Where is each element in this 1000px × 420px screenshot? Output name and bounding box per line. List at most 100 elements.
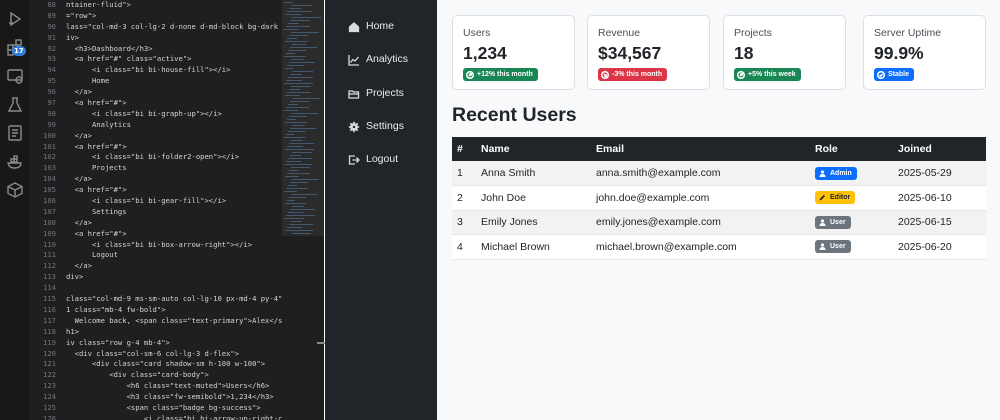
minimap-line xyxy=(288,131,305,132)
remote-explorer-icon[interactable] xyxy=(6,67,24,85)
stat-card-revenue: Revenue $34,567 -3% this month xyxy=(587,15,710,90)
code-line[interactable]: <div class="card shadow-sm h-100 w-100"> xyxy=(66,359,314,370)
minimap-line xyxy=(288,50,306,51)
code-editor[interactable]: 88 89 90 91 92 93 94 95 96 97 98 99 100 101 102 103 104 1… xyxy=(30,0,324,420)
notebook-icon[interactable] xyxy=(6,124,24,142)
code-line[interactable]: <i class="bi bi-arrow-up-right-c xyxy=(66,414,314,420)
minimap-line xyxy=(290,128,316,129)
line-number: 115 xyxy=(43,294,56,304)
role-cell: Editor xyxy=(810,185,893,211)
code-line[interactable]: </a> xyxy=(66,131,314,142)
code-line[interactable]: </a> xyxy=(66,261,314,272)
joined-date: 2025-06-20 xyxy=(893,234,986,260)
sidebar-item-analytics[interactable]: Analytics xyxy=(339,45,423,73)
code-line[interactable]: <div class="card-body"> xyxy=(66,370,314,381)
joined-date: 2025-05-29 xyxy=(893,161,986,186)
stat-value: 1,234 xyxy=(463,43,507,63)
minimap-line xyxy=(287,146,303,147)
code-line[interactable]: <a href="#" class="active"> xyxy=(66,54,314,65)
testing-icon[interactable] xyxy=(6,96,24,114)
line-number: 107 xyxy=(43,206,56,216)
line-number: 113 xyxy=(43,272,56,282)
code-line[interactable]: </a> xyxy=(66,174,314,185)
row-id: 2 xyxy=(452,185,476,211)
code-line[interactable]: <i class="bi bi-graph-up"></i> xyxy=(66,109,314,120)
code-line[interactable]: <a href="#"> xyxy=(66,98,314,109)
code-line[interactable]: Settings xyxy=(66,207,314,218)
minimap-line xyxy=(290,182,308,183)
sidebar-item-projects[interactable]: Projects xyxy=(339,79,423,107)
line-number: 95 xyxy=(47,76,56,86)
code-line[interactable]: <a href="#"> xyxy=(66,185,314,196)
code-line[interactable]: h1> xyxy=(66,327,314,338)
code-line[interactable]: Projects xyxy=(66,163,314,174)
arrow-up-right-circle-icon xyxy=(736,70,746,79)
line-number: 124 xyxy=(43,392,56,402)
code-line[interactable]: </a> xyxy=(66,87,314,98)
code-line[interactable]: <i class="bi bi-gear-fill"></i> xyxy=(66,196,314,207)
minimap-line xyxy=(287,200,295,201)
code-line[interactable]: <a href="#"> xyxy=(66,229,314,240)
minimap-line xyxy=(292,125,305,126)
code-line[interactable]: iv> xyxy=(66,33,314,44)
line-number: 117 xyxy=(43,315,56,325)
code-area[interactable]: ntainer-fluid"> ="row"> lass="col-md-3 col… xyxy=(66,0,314,420)
minimap-line xyxy=(289,170,299,171)
code-line[interactable]: </a> xyxy=(66,218,314,229)
sidebar-item-home[interactable]: Home xyxy=(339,12,423,40)
package-icon[interactable] xyxy=(6,181,24,199)
code-line[interactable]: <div class="col-sm-6 col-lg-3 d-flex"> xyxy=(66,349,314,360)
code-line[interactable]: Analytics xyxy=(66,120,314,131)
sidebar-item-settings[interactable]: Settings xyxy=(339,112,423,140)
code-line[interactable]: class="col-md-9 ms-sm-auto col-lg-10 px-… xyxy=(66,294,314,305)
code-line[interactable]: <i class="bi bi-house-fill"></i> xyxy=(66,65,314,76)
line-number: 103 xyxy=(43,163,56,173)
minimap-line xyxy=(284,83,313,84)
minimap-line xyxy=(289,116,307,117)
minimap-line xyxy=(286,80,302,81)
sidebar-item-logout[interactable]: Logout xyxy=(339,145,423,173)
line-number: 112 xyxy=(43,261,56,271)
minimap[interactable] xyxy=(282,0,324,420)
code-line[interactable]: Welcome back, <span class="text-primary"… xyxy=(66,316,314,327)
row-id: 1 xyxy=(452,161,476,186)
code-line[interactable]: 1 class="mb-4 fw-bold"> xyxy=(66,305,314,316)
minimap-line xyxy=(286,134,294,135)
code-line[interactable]: iv class="row g-4 mb-4"> xyxy=(66,338,314,349)
user-email: emily.jones@example.com xyxy=(591,210,810,235)
code-line[interactable]: Logout xyxy=(66,250,314,261)
code-line[interactable]: <span class="badge bg-success"> xyxy=(66,403,314,414)
code-line[interactable]: ntainer-fluid"> xyxy=(66,0,314,11)
code-line[interactable]: lass="col-md-3 col-lg-2 d-none d-md-bloc… xyxy=(66,22,314,33)
sidebar-item-label: Analytics xyxy=(366,53,409,65)
code-line[interactable]: <a href="#"> xyxy=(66,142,314,153)
code-line[interactable]: <i class="bi bi-folder2-open"></i> xyxy=(66,152,314,163)
user-email: anna.smith@example.com xyxy=(591,161,810,186)
line-number: 102 xyxy=(43,152,56,162)
pencil-icon xyxy=(819,194,826,201)
code-line[interactable]: ="row"> xyxy=(66,11,314,22)
code-line[interactable]: <h3 class="fw-semibold">1,234</h3> xyxy=(66,392,314,403)
code-line[interactable]: <h3>Dashboard</h3> xyxy=(66,44,314,55)
run-debug-icon[interactable] xyxy=(6,10,24,28)
split-handle[interactable] xyxy=(317,342,325,344)
badge-label: +12% this month xyxy=(477,71,533,78)
minimap-line xyxy=(284,191,297,192)
line-number: 121 xyxy=(43,359,56,369)
code-line[interactable]: <h6 class="text-muted">Users</h6> xyxy=(66,381,314,392)
sidebar-item-label: Projects xyxy=(366,87,404,99)
code-line[interactable]: div> xyxy=(66,272,314,283)
code-line[interactable] xyxy=(66,283,314,294)
minimap-line xyxy=(288,185,297,186)
minimap-line xyxy=(291,86,311,87)
minimap-line xyxy=(290,74,302,75)
code-line[interactable]: <i class="bi bi-box-arrow-right"></i> xyxy=(66,240,314,251)
line-number: 88 xyxy=(47,0,56,9)
line-number: 104 xyxy=(43,174,56,184)
line-number: 109 xyxy=(43,228,56,238)
minimap-line xyxy=(289,224,313,225)
docker-icon[interactable] xyxy=(6,153,24,171)
code-line[interactable]: Home xyxy=(66,76,314,87)
role-badge: User xyxy=(815,240,851,254)
line-number: 99 xyxy=(47,119,56,129)
